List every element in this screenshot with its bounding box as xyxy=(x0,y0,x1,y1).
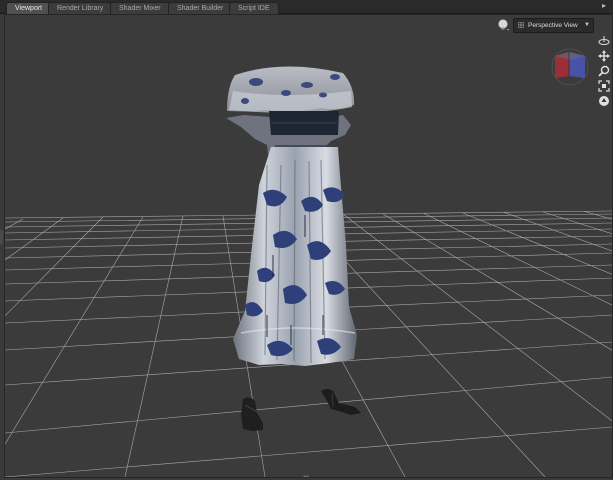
tab-render-library[interactable]: Render Library xyxy=(48,2,113,14)
chevron-down-icon: ▼ xyxy=(584,22,590,28)
view-select-label: Perspective View xyxy=(528,22,578,29)
orbit-icon[interactable] xyxy=(598,34,610,46)
view-cube-icon[interactable] xyxy=(551,48,589,86)
pan-icon[interactable] xyxy=(598,49,610,62)
left-resize-grip[interactable] xyxy=(0,230,3,244)
light-bulb-icon[interactable] xyxy=(497,18,511,32)
reset-icon[interactable] xyxy=(598,94,610,106)
viewport[interactable]: Perspective View ▼ xyxy=(4,14,613,478)
tab-bar: Viewport Render Library Shader Mixer Sha… xyxy=(0,0,613,14)
frame-icon[interactable] xyxy=(598,79,610,92)
grid-icon xyxy=(518,22,524,28)
shoe-left[interactable] xyxy=(241,397,263,431)
tab-script-ide[interactable]: Script IDE xyxy=(229,2,279,14)
tab-shader-mixer[interactable]: Shader Mixer xyxy=(110,2,170,14)
zoom-icon[interactable] xyxy=(598,64,610,77)
panel-menu-icon[interactable]: ▸ xyxy=(599,1,609,11)
view-select-dropdown[interactable]: Perspective View ▼ xyxy=(513,18,594,33)
dress-figure[interactable] xyxy=(226,66,357,366)
tab-viewport[interactable]: Viewport xyxy=(6,2,52,14)
viewport-scene[interactable] xyxy=(5,15,612,477)
bottom-resize-grip[interactable]: ••• xyxy=(296,475,316,480)
tab-shader-builder[interactable]: Shader Builder xyxy=(168,2,233,14)
